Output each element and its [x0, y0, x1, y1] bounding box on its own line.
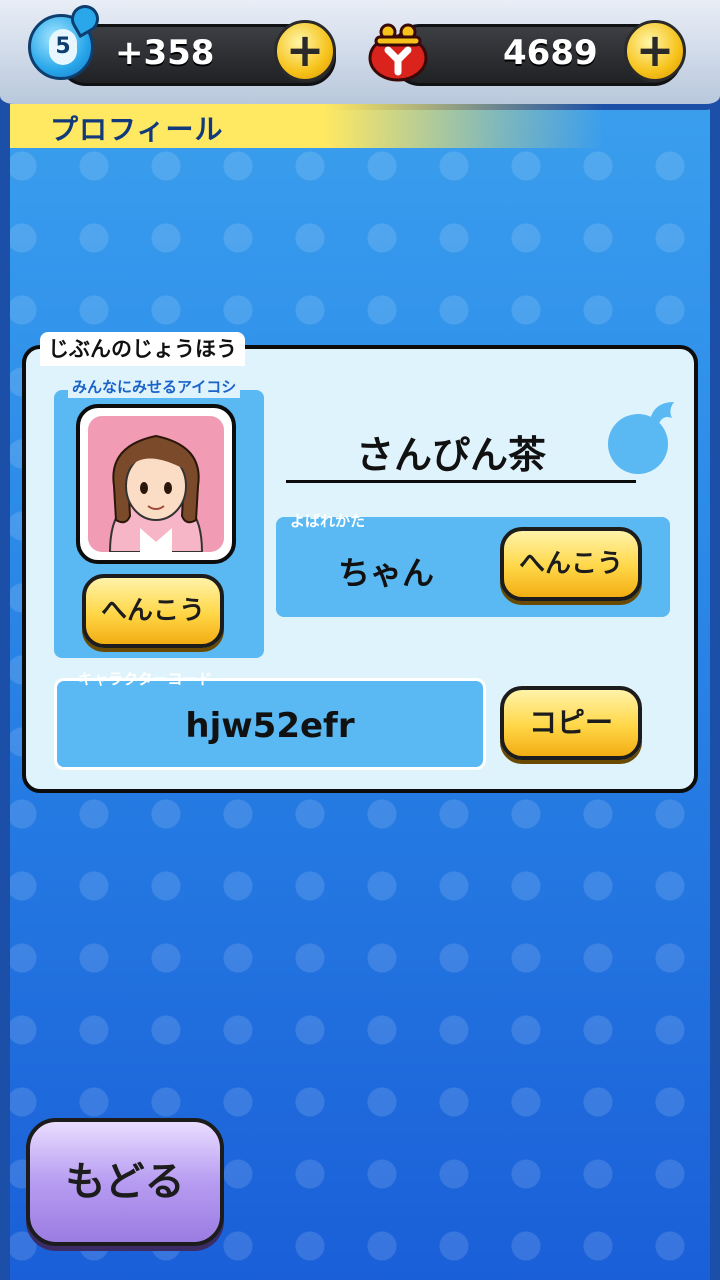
copy-button[interactable]: コピー	[500, 686, 642, 760]
change-icon-button[interactable]: へんこう	[82, 574, 224, 648]
frame-right	[710, 60, 720, 1280]
top-bar: +358 5 + 4689 +	[0, 0, 720, 110]
frame-left	[0, 60, 10, 1280]
add-money-button[interactable]: +	[624, 20, 686, 82]
purse-icon	[368, 23, 428, 82]
name-underline	[286, 480, 636, 483]
character-code-label: キャラクターコード	[78, 670, 213, 688]
spirit-watermark-icon	[608, 402, 674, 474]
icon-panel-label: みんなにみせるアイコシ	[68, 376, 241, 398]
add-spirit-button[interactable]: +	[274, 20, 336, 82]
title-value: ちゃん	[337, 554, 434, 592]
profile-section-label: じぶんのじょうほう	[40, 332, 245, 366]
girl-portrait-icon	[108, 434, 204, 552]
avatar[interactable]	[76, 404, 236, 564]
spirit-points-value: +358	[115, 33, 215, 73]
player-name: さんぴん茶	[355, 433, 546, 477]
character-code-value: hjw52efr	[185, 706, 355, 746]
title-panel-label: よばれかた	[290, 512, 366, 530]
money-value: 4689	[503, 33, 598, 73]
spirit-level-badge: 5	[28, 0, 105, 80]
change-title-button[interactable]: へんこう	[500, 527, 642, 601]
spirit-level-value: 5	[49, 29, 77, 65]
back-button[interactable]: もどる	[26, 1118, 224, 1246]
page-title: プロフィール	[50, 113, 224, 146]
avatar-image	[88, 416, 224, 552]
